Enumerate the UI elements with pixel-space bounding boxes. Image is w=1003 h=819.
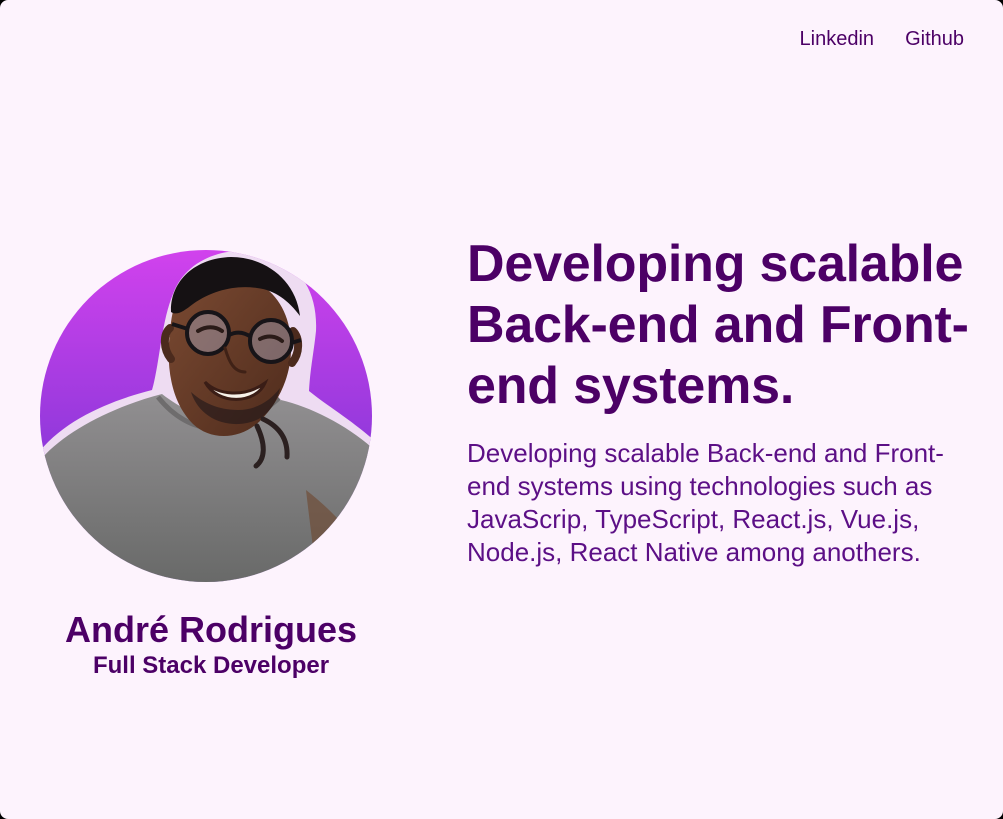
hero-headline: Developing scalable Back-end and Front-e… — [467, 235, 969, 415]
profile-role: Full Stack Developer — [92, 652, 330, 679]
profile-name: André Rodrigues — [64, 609, 358, 650]
github-link[interactable]: Github — [905, 26, 964, 52]
profile-photo — [40, 250, 372, 582]
portfolio-page: Linkedin Github André Rodrigues Full Sta… — [0, 0, 1003, 819]
profile-card: André Rodrigues Full Stack Developer — [34, 240, 388, 700]
linkedin-link[interactable]: Linkedin — [800, 26, 875, 52]
top-navigation: Linkedin Github — [800, 26, 964, 52]
hero-section: Developing scalable Back-end and Front-e… — [467, 234, 977, 569]
hero-description: Developing scalable Back-end and Front-e… — [467, 438, 944, 567]
